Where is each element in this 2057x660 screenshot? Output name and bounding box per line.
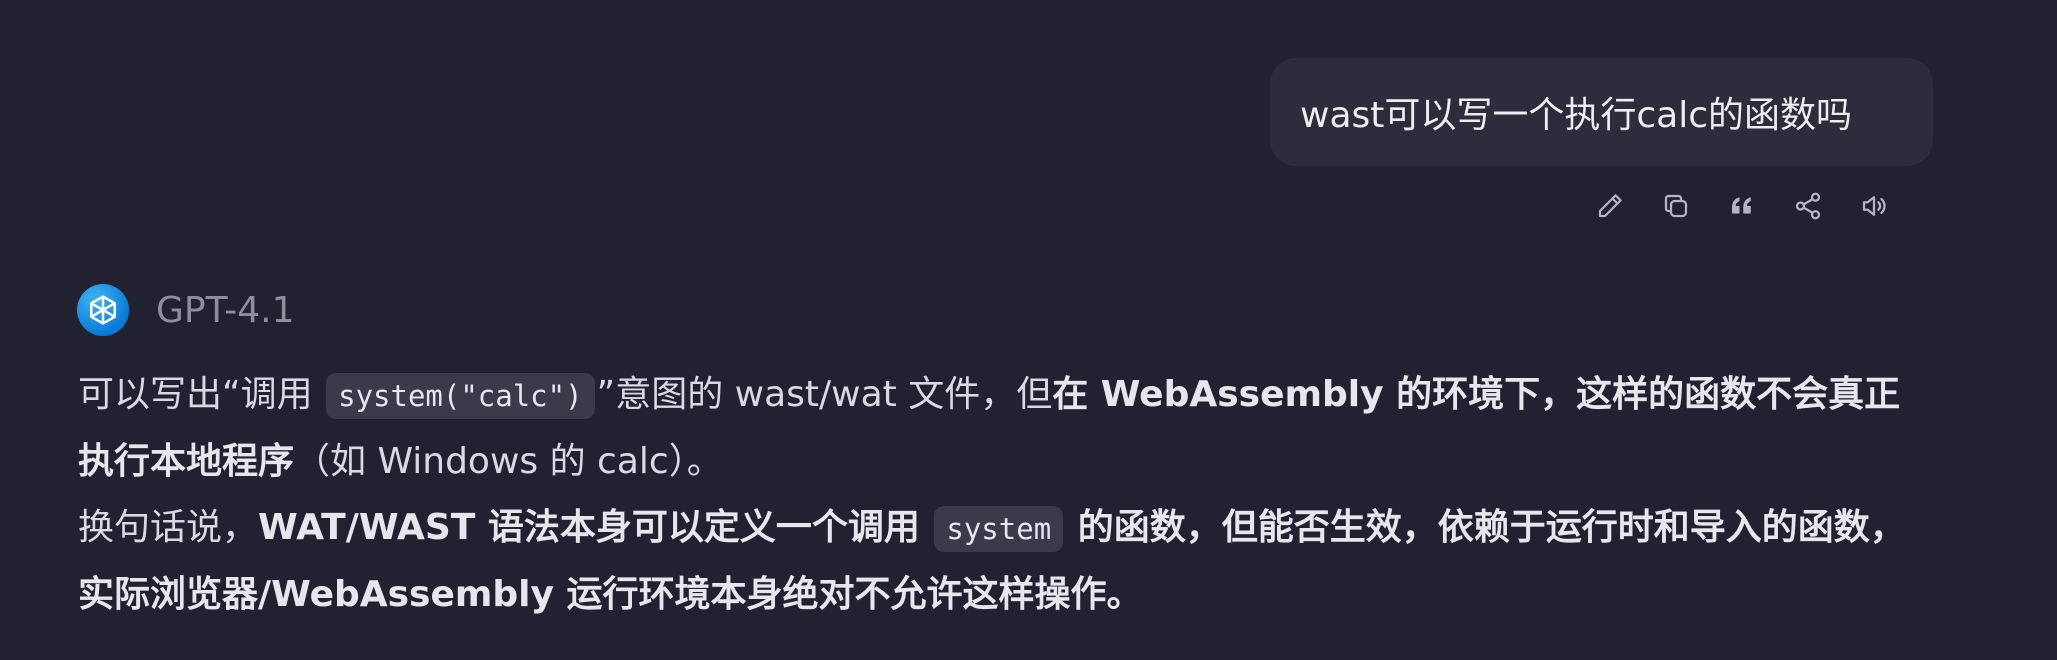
assistant-header: GPT-4.1: [77, 284, 295, 336]
inline-code: system: [934, 506, 1064, 552]
user-message-bubble: wast可以写一个执行calc的函数吗: [1270, 58, 1933, 166]
share-button[interactable]: [1788, 186, 1828, 226]
edit-button[interactable]: [1590, 186, 1630, 226]
message-actions-toolbar: [1590, 186, 1894, 226]
quote-button[interactable]: [1722, 186, 1762, 226]
answer-text: （如 Windows 的 calc）。: [294, 441, 723, 482]
answer-text: 换句话说，: [78, 507, 259, 548]
quote-icon: [1732, 197, 1751, 214]
pencil-icon: [1598, 194, 1622, 218]
read-aloud-button[interactable]: [1854, 186, 1894, 226]
answer-text: 可以写出“调用: [78, 374, 325, 415]
model-name: GPT-4.1: [156, 289, 295, 331]
share-icon: [1795, 192, 1821, 220]
user-message-text: wast可以写一个执行calc的函数吗: [1300, 95, 1853, 136]
assistant-answer: 可以写出“调用 system("calc") ”意图的 wast/wat 文件，但…: [78, 362, 1918, 628]
copy-button[interactable]: [1656, 186, 1696, 226]
answer-bold-text: WAT/WAST 语法本身可以定义一个调用: [258, 507, 933, 548]
answer-paragraph-2: 换句话说，WAT/WAST 语法本身可以定义一个调用 system 的函数，但能…: [78, 495, 1918, 628]
answer-text: ”意图的 wast/wat 文件，但: [596, 374, 1053, 415]
openai-logo-icon: [77, 284, 129, 336]
copy-icon: [1664, 194, 1688, 218]
inline-code: system("calc"): [326, 373, 595, 419]
answer-paragraph-1: 可以写出“调用 system("calc") ”意图的 wast/wat 文件，但…: [78, 362, 1918, 495]
speaker-icon: [1862, 196, 1886, 216]
